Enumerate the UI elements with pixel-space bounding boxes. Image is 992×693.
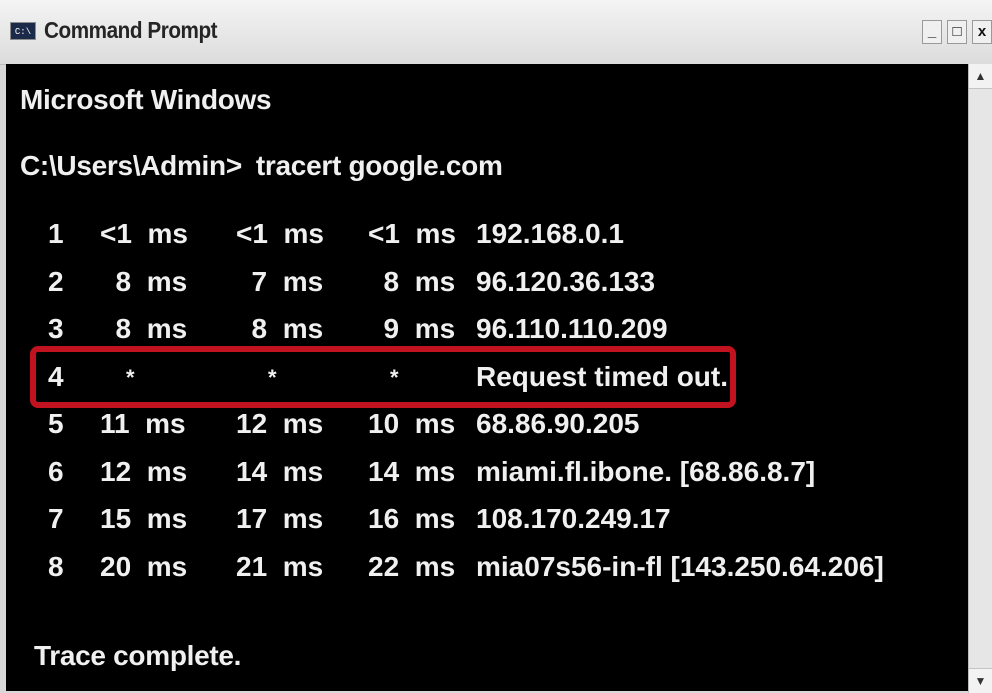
trace-complete-message: Trace complete. bbox=[34, 640, 242, 671]
hop-time-2: 14 ms bbox=[236, 455, 324, 487]
hop-time-1: 12 ms bbox=[100, 455, 188, 487]
hop-row: 7 15 ms 17 ms 16 ms 108.170.249.17 bbox=[6, 503, 968, 543]
hop-time-1: 20 ms bbox=[100, 550, 188, 582]
hop-time-2: 12 ms bbox=[236, 408, 324, 439]
console-output[interactable]: Microsoft Windows C:\Users\Admin> tracert… bbox=[6, 64, 968, 691]
hop-host: mia07s56-in-fl [143.250.64.206] bbox=[476, 550, 884, 582]
hop-time-3: <1 ms bbox=[368, 218, 456, 249]
hop-host: miami.fl.ibone. [68.86.8.7] bbox=[476, 455, 816, 487]
hop-time-2: 8 ms bbox=[236, 313, 324, 344]
hop-time-1: 15 ms bbox=[100, 503, 188, 534]
console-app-icon[interactable]: C:\ bbox=[10, 22, 36, 40]
hop-number: 1 bbox=[48, 218, 64, 249]
window-title: Command Prompt bbox=[44, 17, 218, 43]
scroll-up-arrow-icon[interactable]: ▲ bbox=[969, 64, 992, 89]
hop-time-2: 17 ms bbox=[236, 503, 324, 534]
hop-number: 2 bbox=[48, 265, 64, 297]
minimize-button[interactable]: _ bbox=[922, 20, 942, 44]
console-banner: Microsoft Windows bbox=[20, 84, 272, 115]
command-prompt-window: C:\ Command Prompt _ □ x Microsoft Windo… bbox=[0, 0, 992, 693]
hop-row: 5 11 ms 12 ms 10 ms 68.86.90.205 bbox=[6, 408, 968, 448]
hop-time-1: 8 ms bbox=[100, 313, 188, 344]
scroll-down-arrow-icon[interactable]: ▼ bbox=[969, 668, 992, 693]
hop-row: 6 12 ms 14 ms 14 ms miami.fl.ibone. [68.86.8… bbox=[6, 456, 968, 496]
typed-command: tracert google.com bbox=[255, 150, 503, 181]
hop-number: 7 bbox=[48, 503, 64, 534]
hop-time-3: 10 ms bbox=[368, 408, 456, 439]
prompt-path: C:\Users\Admin> bbox=[20, 150, 242, 181]
hop-time-2: <1 ms bbox=[236, 218, 324, 249]
hop-host: 96.120.36.133 bbox=[476, 265, 656, 297]
maximize-button[interactable]: □ bbox=[947, 20, 967, 44]
hop-row: 1 <1 ms <1 ms <1 ms 192.168.0.1 bbox=[6, 218, 968, 258]
hop-row: 8 20 ms 21 ms 22 ms mia07s56-in-fl [143.250.… bbox=[6, 551, 968, 591]
close-button[interactable]: x bbox=[972, 20, 992, 44]
hop-number: 3 bbox=[48, 313, 64, 344]
hop-host: 96.110.110.209 bbox=[476, 313, 668, 344]
hop-host: 108.170.249.17 bbox=[476, 503, 671, 534]
hop-row: 2 8 ms 7 ms 8 ms 96.120.36.133 bbox=[6, 266, 968, 306]
hop-time-3: 14 ms bbox=[368, 455, 456, 487]
hop-host: 68.86.90.205 bbox=[476, 408, 640, 439]
title-bar[interactable]: C:\ Command Prompt _ □ x bbox=[0, 0, 992, 65]
hop-time-2: 21 ms bbox=[236, 550, 324, 582]
hop-number: 8 bbox=[48, 550, 64, 582]
timeout-highlight-box bbox=[30, 346, 736, 408]
hop-time-3: 9 ms bbox=[368, 313, 456, 344]
hop-time-3: 16 ms bbox=[368, 503, 456, 534]
hop-time-3: 22 ms bbox=[368, 550, 456, 582]
hop-number: 5 bbox=[48, 408, 64, 439]
hop-time-3: 8 ms bbox=[368, 265, 456, 297]
hop-host: 192.168.0.1 bbox=[476, 218, 624, 249]
vertical-scrollbar[interactable]: ▲ ▼ bbox=[968, 64, 992, 693]
command-line: C:\Users\Admin> tracert google.com bbox=[20, 150, 503, 182]
hop-time-1: <1 ms bbox=[100, 218, 188, 249]
hop-time-1: 8 ms bbox=[100, 265, 188, 297]
hop-time-2: 7 ms bbox=[236, 265, 324, 297]
hop-number: 6 bbox=[48, 455, 64, 487]
hop-time-1: 11 ms bbox=[100, 408, 186, 439]
